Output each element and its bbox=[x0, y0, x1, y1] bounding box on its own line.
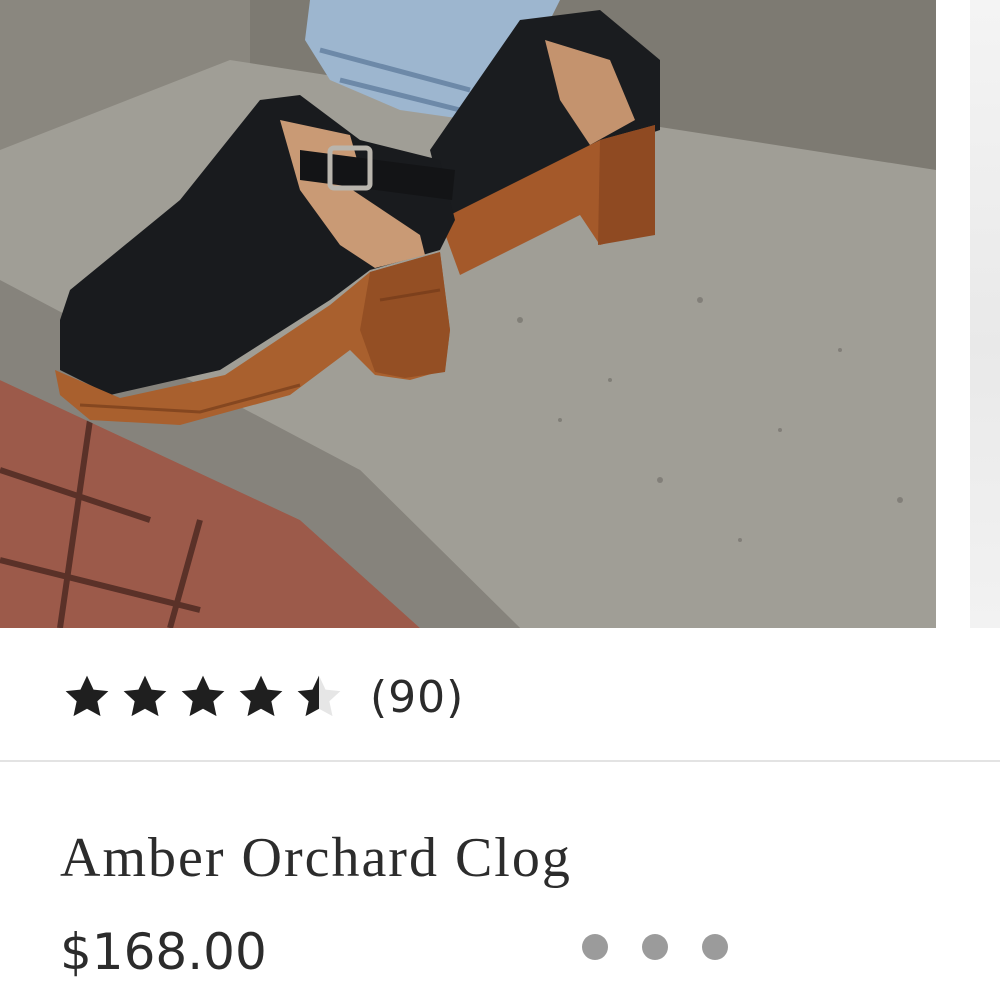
product-photo[interactable] bbox=[0, 0, 936, 628]
carousel-pagination bbox=[582, 934, 728, 960]
review-count[interactable]: (90) bbox=[370, 672, 464, 724]
rating-stars bbox=[60, 670, 346, 726]
product-image-carousel[interactable] bbox=[0, 0, 1000, 628]
product-name[interactable]: Amber Orchard Clog bbox=[60, 822, 572, 894]
product-photo-illustration bbox=[0, 0, 936, 628]
star-icon bbox=[65, 675, 109, 717]
star-half-icon bbox=[297, 675, 341, 717]
star-icon bbox=[181, 675, 225, 717]
star-icon bbox=[123, 675, 167, 717]
carousel-dot[interactable] bbox=[642, 934, 668, 960]
carousel-dot[interactable] bbox=[582, 934, 608, 960]
product-price: $168.00 bbox=[60, 923, 267, 981]
star-icon bbox=[239, 675, 283, 717]
carousel-dot[interactable] bbox=[702, 934, 728, 960]
next-product-photo-peek[interactable] bbox=[970, 0, 1000, 628]
divider bbox=[0, 760, 1000, 762]
